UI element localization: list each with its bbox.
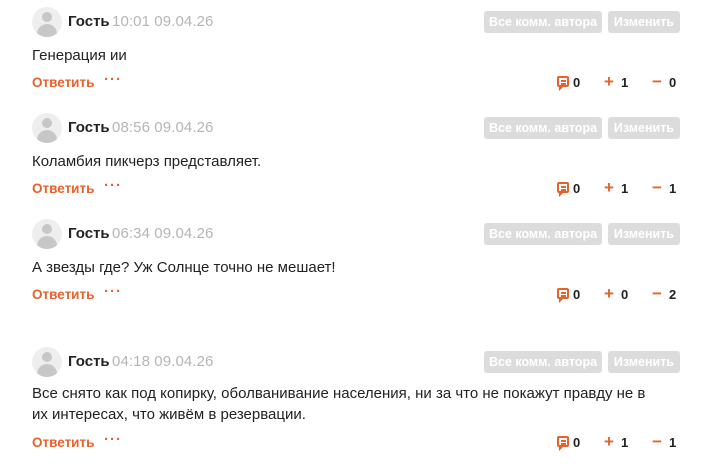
author-comments-button[interactable]: Все комм. автора: [484, 223, 602, 245]
comment-text: А звезды где? Уж Солнце точно не мешает!: [32, 259, 336, 276]
more-options-icon[interactable]: ···: [104, 177, 122, 194]
comment-text: Генерация ии: [32, 47, 127, 64]
reply-button[interactable]: Ответить: [32, 287, 94, 302]
avatar: [32, 219, 62, 249]
comment-icon: [557, 288, 569, 303]
author-name[interactable]: Гость: [68, 353, 110, 370]
author-comments-button[interactable]: Все комм. автора: [484, 11, 602, 33]
reply-button[interactable]: Ответить: [32, 75, 94, 90]
comment-actions: Ответить ··· 0 + 1 − 0: [32, 71, 677, 91]
author-name[interactable]: Гость: [68, 13, 110, 30]
reply-button[interactable]: Ответить: [32, 181, 94, 196]
comment-time: 08:56 09.04.26: [112, 119, 214, 136]
plus-icon: +: [604, 284, 614, 303]
author-name[interactable]: Гость: [68, 119, 110, 136]
comment-time: 06:34 09.04.26: [112, 225, 214, 242]
comment-time: 10:01 09.04.26: [112, 13, 214, 30]
minus-icon: −: [652, 72, 662, 91]
comment-header: Гость 06:34 09.04.26 Все комм. автора Из…: [32, 219, 692, 249]
minus-icon: −: [652, 178, 662, 197]
comment-icon: [557, 76, 569, 91]
comment-icon: [557, 182, 569, 197]
comment-time: 04:18 09.04.26: [112, 353, 214, 370]
comment-header: Гость 04:18 09.04.26 Все комм. автора Из…: [32, 347, 692, 377]
edit-button[interactable]: Изменить: [608, 351, 680, 373]
edit-button[interactable]: Изменить: [608, 117, 680, 139]
minus-icon: −: [652, 284, 662, 303]
avatar: [32, 113, 62, 143]
comment-header: Гость 10:01 09.04.26 Все комм. автора Из…: [32, 7, 692, 37]
comment-actions: Ответить ··· 0 + 1 − 1: [32, 431, 677, 451]
edit-button[interactable]: Изменить: [608, 11, 680, 33]
comment-actions: Ответить ··· 0 + 1 − 1: [32, 177, 677, 197]
plus-icon: +: [604, 178, 614, 197]
minus-icon: −: [652, 432, 662, 451]
plus-icon: +: [604, 432, 614, 451]
reply-button[interactable]: Ответить: [32, 435, 94, 450]
comment-header: Гость 08:56 09.04.26 Все комм. автора Из…: [32, 113, 692, 143]
edit-button[interactable]: Изменить: [608, 223, 680, 245]
comment-icon: [557, 436, 569, 451]
more-options-icon[interactable]: ···: [104, 283, 122, 300]
author-name[interactable]: Гость: [68, 225, 110, 242]
author-comments-button[interactable]: Все комм. автора: [484, 351, 602, 373]
avatar: [32, 347, 62, 377]
comment-text: Все снято как под копирку, оболванивание…: [32, 385, 646, 423]
avatar: [32, 7, 62, 37]
comment-text: Коламбия пикчерз представляет.: [32, 153, 262, 170]
more-options-icon[interactable]: ···: [104, 431, 122, 448]
comment-actions: Ответить ··· 0 + 0 − 2: [32, 283, 677, 303]
more-options-icon[interactable]: ···: [104, 71, 122, 88]
author-comments-button[interactable]: Все комм. автора: [484, 117, 602, 139]
plus-icon: +: [604, 72, 614, 91]
